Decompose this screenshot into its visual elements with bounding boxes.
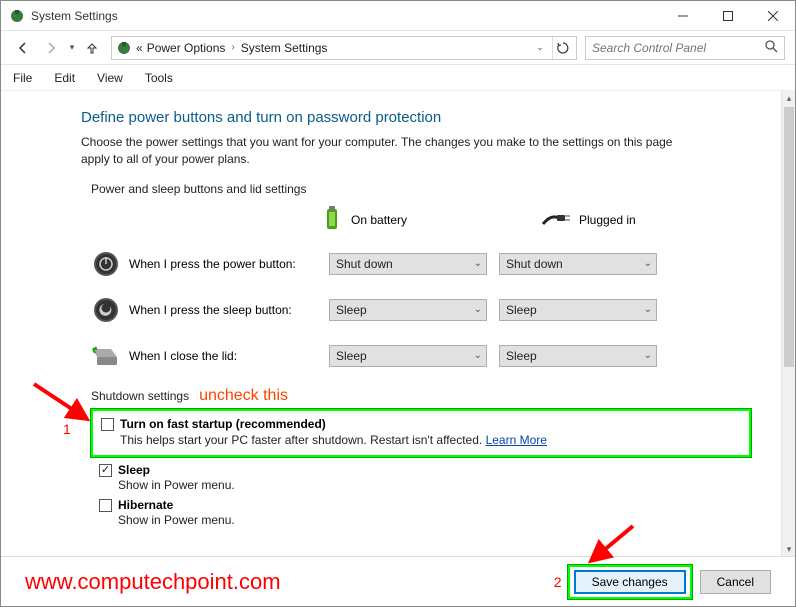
history-dropdown[interactable]: ▾ xyxy=(67,42,77,53)
select-lid-battery[interactable]: Sleep⌄ xyxy=(329,345,487,367)
address-dropdown-button[interactable]: ⌄ xyxy=(530,37,550,59)
annotation-highlight-fast-startup: Turn on fast startup (recommended) This … xyxy=(91,409,751,457)
select-power-battery[interactable]: Shut down⌄ xyxy=(329,253,487,275)
menu-tools[interactable]: Tools xyxy=(141,68,177,88)
window-title: System Settings xyxy=(31,9,660,23)
annotation-uncheck: uncheck this xyxy=(199,387,288,405)
checkbox-hibernate[interactable] xyxy=(99,499,112,512)
breadcrumb-sep-icon: › xyxy=(231,42,234,53)
plug-icon xyxy=(541,210,571,231)
save-changes-button[interactable]: Save changes xyxy=(574,570,686,594)
lid-icon xyxy=(91,341,121,371)
select-power-plugged[interactable]: Shut down⌄ xyxy=(499,253,657,275)
navigation-bar: ▾ « Power Options › System Settings ⌄ xyxy=(1,31,795,65)
refresh-button[interactable] xyxy=(552,37,572,59)
chevron-down-icon: ⌄ xyxy=(644,350,652,361)
scroll-up-icon[interactable]: ▴ xyxy=(782,91,796,105)
hibernate-option-label: Hibernate xyxy=(118,498,173,512)
learn-more-link[interactable]: Learn More xyxy=(486,433,547,447)
breadcrumb-system-settings[interactable]: System Settings xyxy=(241,41,328,55)
col-on-battery: On battery xyxy=(321,206,481,235)
sleep-option-desc: Show in Power menu. xyxy=(118,478,781,492)
vertical-scrollbar[interactable]: ▴ ▾ xyxy=(781,91,795,556)
page-heading: Define power buttons and turn on passwor… xyxy=(81,109,781,126)
column-headers: On battery Plugged in xyxy=(321,206,781,235)
sleep-option-label: Sleep xyxy=(118,463,150,477)
app-icon xyxy=(9,8,25,24)
menu-bar: File Edit View Tools xyxy=(1,65,795,91)
row-sleep-label: When I press the sleep button: xyxy=(129,303,329,317)
content-area: Define power buttons and turn on passwor… xyxy=(1,91,781,556)
option-hibernate: Hibernate Show in Power menu. xyxy=(99,498,781,527)
menu-file[interactable]: File xyxy=(9,68,36,88)
back-button[interactable] xyxy=(11,36,35,60)
footer-bar: www.computechpoint.com 2 Save changes Ca… xyxy=(1,556,795,606)
select-sleep-battery[interactable]: Sleep⌄ xyxy=(329,299,487,321)
shutdown-settings-label: Shutdown settings xyxy=(91,389,189,403)
row-sleep-button: When I press the sleep button: Sleep⌄ Sl… xyxy=(91,295,781,325)
sleep-button-icon xyxy=(91,295,121,325)
minimize-button[interactable] xyxy=(660,1,705,31)
battery-icon xyxy=(321,206,343,235)
checkbox-fast-startup[interactable] xyxy=(101,418,114,431)
chevron-down-icon: ⌄ xyxy=(644,304,652,315)
window-titlebar: System Settings xyxy=(1,1,795,31)
row-power-button: When I press the power button: Shut down… xyxy=(91,249,781,279)
option-sleep: Sleep Show in Power menu. xyxy=(99,463,781,492)
menu-view[interactable]: View xyxy=(93,68,127,88)
row-lid-label: When I close the lid: xyxy=(129,349,329,363)
menu-edit[interactable]: Edit xyxy=(50,68,79,88)
watermark-text: www.computechpoint.com xyxy=(25,569,554,595)
chevron-down-icon: ⌄ xyxy=(474,258,482,269)
close-button[interactable] xyxy=(750,1,795,31)
page-intro: Choose the power settings that you want … xyxy=(81,134,681,168)
up-button[interactable] xyxy=(81,37,103,59)
location-icon xyxy=(116,40,132,56)
col-battery-label: On battery xyxy=(351,213,407,227)
breadcrumb-power-options[interactable]: Power Options xyxy=(147,41,226,55)
select-lid-plugged[interactable]: Sleep⌄ xyxy=(499,345,657,367)
row-power-label: When I press the power button: xyxy=(129,257,329,271)
search-input[interactable] xyxy=(592,41,765,55)
chevron-down-icon: ⌄ xyxy=(474,304,482,315)
section-power-sleep-label: Power and sleep buttons and lid settings xyxy=(91,182,781,196)
shutdown-settings-heading: Shutdown settings uncheck this xyxy=(91,387,781,405)
search-icon xyxy=(765,40,778,56)
annotation-highlight-save: Save changes xyxy=(568,565,692,599)
row-close-lid: When I close the lid: Sleep⌄ Sleep⌄ xyxy=(91,341,781,371)
hibernate-option-desc: Show in Power menu. xyxy=(118,513,781,527)
address-bar[interactable]: « Power Options › System Settings ⌄ xyxy=(111,36,577,60)
col-plugged-in: Plugged in xyxy=(541,210,701,231)
col-plugged-label: Plugged in xyxy=(579,213,636,227)
select-sleep-plugged[interactable]: Sleep⌄ xyxy=(499,299,657,321)
breadcrumb-prefix: « xyxy=(136,41,143,55)
fast-startup-label: Turn on fast startup (recommended) xyxy=(120,417,326,431)
annotation-number-2: 2 xyxy=(554,574,562,590)
search-box[interactable] xyxy=(585,36,785,60)
annotation-number-1: 1 xyxy=(63,421,71,437)
power-button-icon xyxy=(91,249,121,279)
chevron-down-icon: ⌄ xyxy=(474,350,482,361)
cancel-button[interactable]: Cancel xyxy=(700,570,771,594)
maximize-button[interactable] xyxy=(705,1,750,31)
scrollbar-thumb[interactable] xyxy=(784,107,794,367)
scroll-down-icon[interactable]: ▾ xyxy=(782,542,796,556)
fast-startup-desc: This helps start your PC faster after sh… xyxy=(120,433,739,447)
checkbox-sleep[interactable] xyxy=(99,464,112,477)
chevron-down-icon: ⌄ xyxy=(644,258,652,269)
forward-button[interactable] xyxy=(39,36,63,60)
